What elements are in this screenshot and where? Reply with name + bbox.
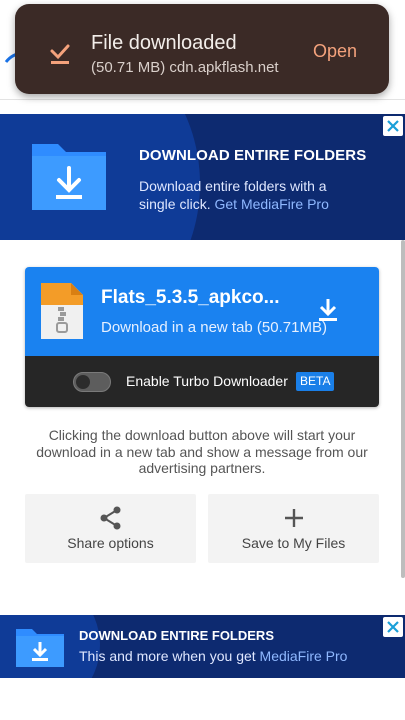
zip-file-icon — [41, 283, 83, 339]
beta-badge: BETA — [296, 372, 335, 391]
plus-icon — [285, 509, 303, 527]
download-done-icon — [50, 44, 70, 64]
share-options-button[interactable]: Share options — [25, 494, 196, 563]
folder-download-icon — [16, 629, 64, 667]
ad-banner-bottom[interactable]: DOWNLOAD ENTIRE FOLDERS This and more wh… — [0, 615, 405, 678]
ad-link[interactable]: Get MediaFire Pro — [214, 196, 328, 212]
download-icon — [319, 299, 337, 321]
download-card: Flats_5.3.5_apkco... Download in a new t… — [25, 267, 379, 407]
share-options-label: Share options — [67, 535, 154, 551]
download-subtitle: Download in a new tab (50.71MB) — [101, 319, 327, 336]
folder-download-icon — [32, 144, 106, 210]
toast-open-button[interactable]: Open — [313, 41, 357, 62]
save-to-my-files-button[interactable]: Save to My Files — [208, 494, 379, 563]
ad-heading: DOWNLOAD ENTIRE FOLDERS — [139, 147, 367, 164]
page-scrollbar[interactable] — [401, 240, 405, 578]
ad-text: Download entire folders with a single cl… — [139, 178, 329, 212]
toast-subtitle: (50.71 MB) cdn.apkflash.net — [91, 59, 279, 76]
ad-heading: DOWNLOAD ENTIRE FOLDERS — [79, 628, 274, 643]
file-name: Flats_5.3.5_apkco... — [101, 287, 280, 308]
turbo-downloader-label: Enable Turbo Downloader — [126, 373, 288, 389]
turbo-downloader-row: Enable Turbo Downloader BETA — [25, 356, 379, 407]
download-note: Clicking the download button above will … — [36, 427, 368, 476]
share-icon — [100, 506, 121, 530]
ad-link[interactable]: MediaFire Pro — [260, 648, 348, 664]
toast-title: File downloaded — [91, 32, 237, 54]
download-toast: File downloaded (50.71 MB) cdn.apkflash.… — [15, 4, 389, 94]
download-button[interactable]: Flats_5.3.5_apkco... Download in a new t… — [25, 267, 379, 356]
ad-text: This and more when you get MediaFire Pro — [79, 648, 348, 664]
ad-close-icon[interactable] — [383, 116, 403, 136]
save-to-my-files-label: Save to My Files — [241, 535, 346, 551]
ad-banner-top[interactable]: DOWNLOAD ENTIRE FOLDERS Download entire … — [0, 114, 405, 240]
ad-close-icon[interactable] — [383, 617, 403, 637]
turbo-downloader-toggle[interactable] — [73, 372, 111, 392]
